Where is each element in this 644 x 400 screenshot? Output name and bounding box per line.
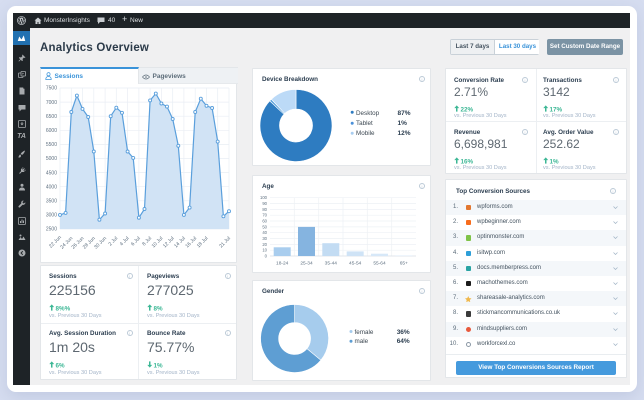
svg-text:30 Jun: 30 Jun [93, 236, 108, 251]
svg-text:7500: 7500 [46, 86, 57, 92]
svg-text:3500: 3500 [46, 199, 57, 205]
svg-text:20: 20 [262, 242, 267, 247]
svg-text:4000: 4000 [46, 184, 57, 190]
svg-text:45-54: 45-54 [349, 261, 362, 267]
svg-text:7000: 7000 [46, 100, 57, 106]
svg-text:10 Jul: 10 Jul [151, 236, 165, 250]
svg-text:4 Jul: 4 Jul [119, 236, 131, 248]
svg-text:6000: 6000 [46, 128, 57, 134]
svg-text:55-64: 55-64 [373, 261, 386, 267]
svg-text:0: 0 [265, 254, 268, 259]
svg-text:16 Jul: 16 Jul [184, 236, 198, 250]
svg-text:35-44: 35-44 [325, 261, 338, 267]
svg-text:5000: 5000 [46, 156, 57, 162]
svg-text:50: 50 [262, 224, 267, 229]
svg-text:25-34: 25-34 [300, 261, 313, 267]
svg-text:2500: 2500 [46, 227, 57, 233]
svg-text:100: 100 [260, 195, 268, 200]
svg-text:2 Jul: 2 Jul [108, 236, 120, 248]
svg-text:70: 70 [262, 213, 267, 218]
svg-text:21 Jul: 21 Jul [218, 236, 232, 250]
svg-text:60: 60 [262, 219, 267, 224]
svg-text:6500: 6500 [46, 114, 57, 120]
svg-text:80: 80 [262, 207, 267, 212]
svg-text:14 Jul: 14 Jul [173, 236, 187, 250]
svg-text:6 Jul: 6 Jul [130, 236, 142, 248]
svg-text:12 Jul: 12 Jul [162, 236, 176, 250]
svg-text:5500: 5500 [46, 142, 57, 148]
svg-text:65+: 65+ [400, 261, 408, 267]
svg-text:30: 30 [262, 236, 267, 241]
svg-text:18-24: 18-24 [276, 261, 289, 267]
svg-text:4500: 4500 [46, 170, 57, 176]
svg-text:18 Jul: 18 Jul [196, 236, 210, 250]
svg-text:10: 10 [262, 248, 267, 253]
svg-text:40: 40 [262, 230, 267, 235]
svg-text:3000: 3000 [46, 213, 57, 219]
svg-text:90: 90 [262, 201, 267, 206]
